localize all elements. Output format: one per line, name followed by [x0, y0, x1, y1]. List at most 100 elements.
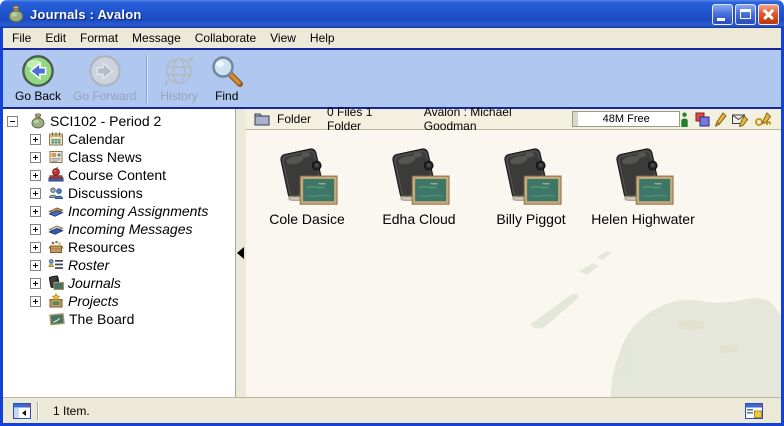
expand-expander-icon[interactable] [30, 278, 41, 289]
go-back-button[interactable]: Go Back [9, 54, 67, 103]
layers-icon[interactable] [694, 111, 710, 127]
expand-expander-icon[interactable] [30, 242, 41, 253]
tree-item-root[interactable]: SCI102 - Period 2 [3, 112, 235, 130]
journal-book-icon [499, 147, 563, 209]
people-icon [48, 185, 64, 201]
expand-expander-icon[interactable] [30, 170, 41, 181]
tree-item-class-news[interactable]: Class News [3, 148, 235, 166]
expand-expander-icon[interactable] [30, 224, 41, 235]
expand-expander-icon[interactable] [30, 134, 41, 145]
menu-format[interactable]: Format [73, 29, 125, 47]
history-globe-icon [162, 54, 196, 88]
menu-edit[interactable]: Edit [38, 29, 73, 47]
folder-counts: 0 Files 1 Folder [327, 105, 400, 133]
free-space-label: 48M Free [603, 113, 650, 125]
flask-icon [30, 113, 46, 129]
gauge-fill [573, 112, 578, 126]
find-button[interactable]: Find [204, 54, 250, 103]
pane-splitter[interactable] [236, 109, 246, 397]
menu-collaborate[interactable]: Collaborate [188, 29, 263, 47]
tree-item-calendar[interactable]: Calendar [3, 130, 235, 148]
window-title: Journals : Avalon [30, 7, 142, 22]
pencil-icon[interactable] [715, 112, 727, 127]
folder-icon [254, 112, 270, 126]
journal-book-icon [48, 275, 64, 291]
tree-item-course-content[interactable]: Course Content [3, 166, 235, 184]
window-body: File Edit Format Message Collaborate Vie… [0, 28, 784, 426]
notebooks-icon [48, 203, 64, 219]
show-form-icon [745, 403, 763, 419]
expand-expander-icon[interactable] [30, 188, 41, 199]
header-flag-icons [680, 111, 777, 127]
titlebar[interactable]: Journals : Avalon [0, 0, 784, 28]
go-forward-icon [88, 54, 122, 88]
course-tree: SCI102 - Period 2 Calendar [3, 109, 236, 397]
minimize-button[interactable] [712, 4, 733, 25]
menu-help[interactable]: Help [303, 29, 342, 47]
menu-file[interactable]: File [5, 29, 38, 47]
messages-icon [48, 221, 64, 237]
journal-items-row: Cole Dasice Edha Cloud Billy Piggot Hele… [246, 130, 781, 227]
journal-book-icon [387, 147, 451, 209]
tree-item-roster[interactable]: Roster [3, 256, 235, 274]
menu-view[interactable]: View [263, 29, 303, 47]
journal-item[interactable]: Edha Cloud [365, 147, 473, 227]
person-icon[interactable] [680, 112, 689, 127]
free-space-gauge: 48M Free [572, 111, 680, 127]
tree-item-incoming-messages[interactable]: Incoming Messages [3, 220, 235, 238]
find-magnifier-icon [210, 54, 244, 88]
journal-item-name: Billy Piggot [496, 211, 565, 227]
expand-expander-icon[interactable] [30, 260, 41, 271]
chalkboard-icon [49, 311, 65, 327]
tree-item-resources[interactable]: Resources [3, 238, 235, 256]
tree-item-discussions[interactable]: Discussions [3, 184, 235, 202]
collapse-pane-arrow-icon[interactable] [237, 247, 244, 259]
tree-item-the-board[interactable]: The Board [3, 310, 235, 328]
roster-list-icon [48, 257, 64, 273]
menu-message[interactable]: Message [125, 29, 188, 47]
account-label: Avalon : Michael Goodman [424, 105, 551, 133]
journal-item-name: Edha Cloud [382, 211, 455, 227]
tree-item-projects[interactable]: Projects [3, 292, 235, 310]
toolbar-separator [146, 55, 148, 103]
journal-item-name: Helen Highwater [591, 211, 695, 227]
journal-item[interactable]: Billy Piggot [477, 147, 585, 227]
folder-content-pane: Folder 0 Files 1 Folder Avalon : Michael… [246, 109, 781, 397]
app-window: Journals : Avalon File Edit Format Messa… [0, 0, 784, 426]
hide-pane-icon [13, 403, 31, 419]
menubar: File Edit Format Message Collaborate Vie… [3, 28, 781, 48]
close-button[interactable] [758, 4, 779, 25]
collapse-expander-icon[interactable] [7, 116, 18, 127]
toggle-tree-panel[interactable] [9, 401, 35, 421]
tree-item-incoming-assignments[interactable]: Incoming Assignments [3, 202, 235, 220]
go-back-icon [21, 54, 55, 88]
projects-box-icon [48, 293, 64, 309]
news-icon [48, 149, 64, 165]
expand-expander-icon[interactable] [30, 206, 41, 217]
journal-item[interactable]: Cole Dasice [253, 147, 361, 227]
journal-item-name: Cole Dasice [269, 211, 344, 227]
folder-header-bar: Folder 0 Files 1 Folder Avalon : Michael… [246, 109, 781, 130]
toggle-form-panel[interactable] [745, 403, 763, 419]
tree-item-journals[interactable]: Journals [3, 274, 235, 292]
journal-item[interactable]: Helen Highwater [589, 147, 697, 227]
main-area: SCI102 - Period 2 Calendar [3, 109, 781, 397]
history-button: History [154, 54, 203, 103]
go-forward-button: Go Forward [67, 54, 142, 103]
mail-pencil-icon[interactable] [732, 112, 750, 127]
apple-books-icon [48, 167, 64, 183]
statusbar: 1 Item. [3, 397, 781, 423]
item-count-label: 1 Item. [53, 404, 90, 418]
calendar-icon [48, 131, 64, 147]
maximize-button[interactable] [735, 4, 756, 25]
expand-expander-icon[interactable] [30, 152, 41, 163]
status-separator [37, 402, 39, 420]
key-pencil-icon[interactable] [755, 112, 775, 127]
journal-book-icon [275, 147, 339, 209]
resources-box-icon [48, 239, 64, 255]
map-watermark [501, 229, 781, 397]
flask-icon [7, 5, 25, 23]
folder-label: Folder [277, 112, 311, 126]
journal-book-icon [611, 147, 675, 209]
expand-expander-icon[interactable] [30, 296, 41, 307]
